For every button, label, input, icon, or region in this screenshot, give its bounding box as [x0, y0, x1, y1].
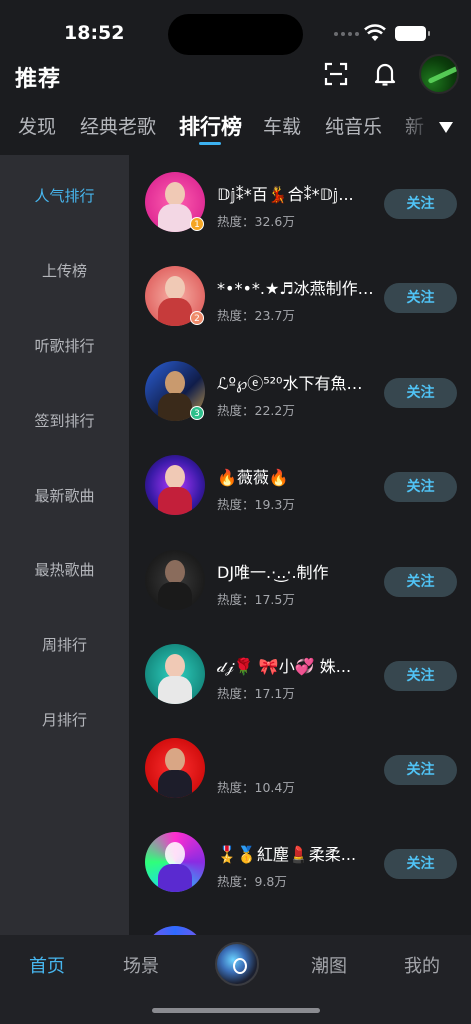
sidebar-item-popularity[interactable]: 人气排行 — [0, 185, 129, 206]
heat-count: 热度：19.3万 — [217, 497, 295, 512]
sidebar-item-upload[interactable]: 上传榜 — [0, 260, 129, 281]
user-name[interactable]: 𝒹𝒿🌹 🎀小💞 姝... — [217, 653, 377, 677]
follow-button[interactable]: 关注 — [384, 283, 457, 313]
tab-car[interactable]: 车载 — [263, 112, 301, 139]
rank-badge: 2 — [190, 311, 204, 325]
avatar[interactable] — [145, 455, 205, 515]
user-name[interactable]: DJ唯一.·.͜.·.制作 — [217, 559, 377, 583]
nav-scene[interactable]: 场景 — [123, 952, 159, 978]
list-item[interactable]: 🔥薇薇🔥 热度：19.3万 关注 — [129, 440, 471, 534]
ranking-sidebar: 人气排行 上传榜 听歌排行 签到排行 最新歌曲 最热歌曲 周排行 月排行 — [0, 155, 129, 935]
active-tab-indicator — [199, 142, 221, 145]
follow-button[interactable]: 关注 — [384, 849, 457, 879]
user-name[interactable]: 🔥薇薇🔥 — [217, 464, 377, 488]
page-title: 推荐 — [15, 67, 62, 92]
cellular-signal-icon — [334, 32, 359, 36]
now-playing-disc-icon[interactable] — [215, 942, 259, 986]
tab-classic-songs[interactable]: 经典老歌 — [80, 112, 156, 139]
sidebar-item-listening[interactable]: 听歌排行 — [0, 335, 129, 356]
avatar[interactable] — [145, 644, 205, 704]
heat-count: 热度：17.1万 — [217, 686, 295, 701]
status-time: 18:52 — [64, 22, 125, 44]
follow-button[interactable]: 关注 — [384, 755, 457, 785]
heat-count: 热度：22.2万 — [217, 403, 295, 418]
rank-badge: 3 — [190, 406, 204, 420]
heat-count: 热度：32.6万 — [217, 214, 295, 229]
list-item[interactable]: DJ唯一.·.͜.·.制作 热度：17.5万 关注 — [129, 535, 471, 629]
nav-profile[interactable]: 我的 — [404, 952, 440, 978]
list-item[interactable]: 1 𝔻𝕛⁑*百💃合⁑*𝔻𝕛... 热度：32.6万 关注 — [129, 157, 471, 251]
status-bar: 18:52 — [0, 0, 471, 60]
bell-icon[interactable] — [373, 61, 397, 87]
user-name[interactable]: *•*•*.★♬冰燕制作•... — [217, 275, 377, 299]
list-item[interactable]: 2 *•*•*.★♬冰燕制作•... 热度：23.7万 关注 — [129, 251, 471, 345]
sidebar-item-checkin[interactable]: 签到排行 — [0, 410, 129, 431]
nav-home[interactable]: 首页 — [29, 952, 65, 978]
avatar[interactable] — [145, 926, 205, 935]
sidebar-item-newest[interactable]: 最新歌曲 — [0, 485, 129, 506]
rank-badge: 1 — [190, 217, 204, 231]
top-header: 推荐 — [0, 54, 471, 96]
user-name[interactable]: ℒº℘ⓔ⁵²⁰水下有魚🎤... — [217, 370, 377, 394]
heat-count: 热度：23.7万 — [217, 308, 295, 323]
user-name[interactable]: 𝔻𝕛⁑*百💃合⁑*𝔻𝕛... — [217, 181, 377, 205]
scan-icon[interactable] — [324, 62, 348, 86]
follow-button[interactable]: 关注 — [384, 567, 457, 597]
avatar[interactable] — [145, 832, 205, 892]
follow-button[interactable]: 关注 — [384, 189, 457, 219]
sidebar-item-weekly[interactable]: 周排行 — [0, 634, 129, 655]
sidebar-item-monthly[interactable]: 月排行 — [0, 709, 129, 730]
battery-icon — [395, 26, 430, 41]
dynamic-island — [168, 14, 303, 55]
follow-button[interactable]: 关注 — [384, 378, 457, 408]
list-item[interactable] — [129, 911, 471, 935]
user-avatar[interactable] — [419, 54, 459, 94]
tab-fade — [395, 104, 435, 150]
home-indicator — [152, 1008, 320, 1013]
list-item[interactable]: 热度：10.4万 关注 — [129, 723, 471, 817]
avatar[interactable] — [145, 550, 205, 610]
list-item[interactable]: 🎖️🥇紅塵💄柔柔... 热度：9.8万 关注 — [129, 817, 471, 911]
tab-charts[interactable]: 排行榜 — [179, 111, 242, 141]
list-item[interactable]: 3 ℒº℘ⓔ⁵²⁰水下有魚🎤... 热度：22.2万 关注 — [129, 346, 471, 440]
tab-pure-music[interactable]: 纯音乐 — [325, 112, 382, 139]
heat-count: 热度：17.5万 — [217, 592, 295, 607]
heat-count: 热度：10.4万 — [217, 780, 295, 795]
tab-discover[interactable]: 发现 — [18, 112, 56, 139]
follow-button[interactable]: 关注 — [384, 472, 457, 502]
user-name[interactable]: 🎖️🥇紅塵💄柔柔... — [217, 841, 377, 865]
heat-count: 热度：9.8万 — [217, 874, 287, 889]
list-item[interactable]: 𝒹𝒿🌹 🎀小💞 姝... 热度：17.1万 关注 — [129, 629, 471, 723]
tabs-dropdown-icon[interactable] — [433, 114, 461, 142]
sidebar-item-hottest[interactable]: 最热歌曲 — [0, 559, 129, 580]
ranking-list: 1 𝔻𝕛⁑*百💃合⁑*𝔻𝕛... 热度：32.6万 关注 2 *•*•*.★♬冰… — [129, 155, 471, 935]
wifi-icon — [364, 24, 386, 41]
category-tabs: 发现 经典老歌 排行榜 车载 纯音乐 新 — [0, 104, 471, 150]
avatar[interactable] — [145, 738, 205, 798]
nav-trend-images[interactable]: 潮图 — [311, 952, 347, 978]
follow-button[interactable]: 关注 — [384, 661, 457, 691]
